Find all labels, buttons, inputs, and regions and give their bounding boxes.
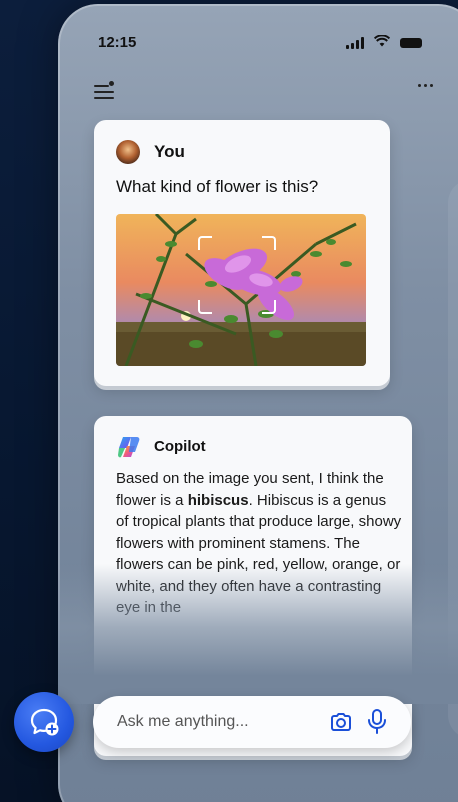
microphone-button[interactable] [367,708,387,736]
camera-icon [331,713,351,731]
menu-button[interactable] [94,81,116,101]
microphone-icon [368,709,386,734]
signal-icon [346,37,364,49]
copilot-logo-icon [118,437,140,458]
composer-bar [93,696,411,748]
new-chat-button[interactable] [14,692,74,752]
wifi-icon [373,34,391,52]
status-icons [346,34,422,52]
phone-frame: 12:15 You What kind of flower is this? C… [58,4,458,802]
more-icon [418,84,433,87]
flower-photo[interactable] [116,214,366,366]
new-chat-icon [30,708,59,736]
user-message-text: What kind of flower is this? [116,177,319,196]
more-options-button[interactable] [418,84,433,87]
user-message-card: You What kind of flower is this? [94,120,390,386]
ask-input[interactable] [117,710,317,734]
highlight-term: hibiscus [187,491,249,509]
user-sender-name: You [154,142,185,161]
camera-button[interactable] [329,710,353,734]
scan-frame [198,236,276,314]
status-time: 12:15 [98,34,137,51]
copilot-sender-name: Copilot [154,438,206,455]
avatar [116,140,140,164]
content-fade [58,564,458,704]
battery-icon [400,38,422,48]
status-bar: 12:15 [58,4,458,74]
